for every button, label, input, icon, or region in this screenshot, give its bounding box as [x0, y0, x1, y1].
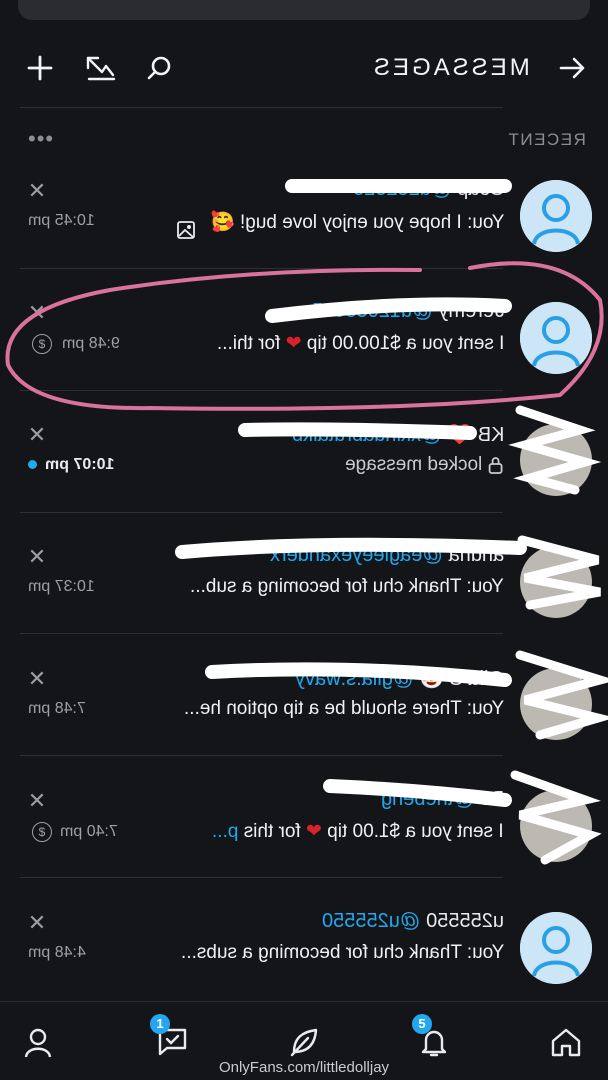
avatar[interactable] — [520, 790, 592, 862]
avatar[interactable] — [520, 912, 592, 984]
close-icon[interactable]: ✕ — [24, 300, 50, 326]
lock-icon — [483, 454, 504, 475]
message-time: 10:07 pm — [28, 456, 114, 474]
more-options-icon[interactable]: ••• — [28, 126, 54, 152]
conversation-row[interactable]: ✕ andria@eagleeyexanderx You: Thank chu … — [0, 536, 608, 656]
conversation-row[interactable]: ✕ Bo@thebeng I sent you a $1.00 tip ❤ fo… — [0, 780, 608, 900]
conversation-row[interactable]: ✕ KB ❤️@xkindabrutalkb locked message 10… — [0, 414, 608, 534]
message-preview: I sent you a $100.00 tip ❤ for thi... — [216, 333, 504, 354]
contact-name[interactable]: Bo@thebeng — [381, 788, 504, 811]
new-message-plus-icon[interactable] — [22, 50, 58, 86]
contact-name[interactable]: u255550@u255550 — [322, 910, 504, 933]
sort-icon[interactable] — [82, 50, 118, 86]
image-icon — [176, 220, 196, 245]
close-icon[interactable]: ✕ — [24, 178, 50, 204]
contact-name[interactable]: KB ❤️@xkindabrutalkb — [292, 422, 504, 447]
message-preview: You: I hope you enjoy love bug! 🥰 — [210, 212, 504, 233]
message-preview: You: Thank chu for becoming a sub... — [190, 576, 504, 597]
close-icon[interactable]: ✕ — [24, 422, 50, 448]
back-arrow-icon[interactable] — [554, 50, 590, 86]
watermark: OnlyFans.com/littledolljay — [218, 1059, 390, 1076]
divider — [20, 633, 503, 634]
divider — [20, 755, 503, 756]
conversation-row[interactable]: ✕ Gila S 🤡@gila.s.wavy You: There should… — [0, 658, 608, 778]
header: MESSAGES — [0, 30, 608, 100]
divider — [20, 390, 503, 391]
conversation-row[interactable]: ✕ Jeremy@u12035635 I sent you a $100.00 … — [0, 292, 608, 412]
heart-icon: ❤ — [306, 821, 323, 842]
avatar[interactable] — [520, 302, 592, 374]
message-time: $ 9:48 pm — [28, 334, 120, 354]
message-time: 10:45 pm — [28, 212, 95, 229]
recent-section-label: RECENT — [507, 130, 586, 149]
message-preview: I sent you a $1.00 tip ❤ for this p... — [212, 821, 504, 842]
avatar[interactable] — [520, 546, 592, 618]
conversation-row[interactable]: ✕ Soap@u232525 You: I hope you enjoy lov… — [0, 170, 608, 290]
close-icon[interactable]: ✕ — [24, 666, 50, 692]
contact-name[interactable]: Jeremy@u12035635 — [312, 300, 504, 323]
message-preview: locked message — [345, 454, 504, 476]
contact-name[interactable]: Gila S 🤡@gila.s.wavy — [295, 666, 504, 691]
page-title: MESSAGES — [371, 54, 530, 81]
divider — [20, 877, 503, 878]
avatar[interactable] — [520, 424, 592, 496]
dollar-icon: $ — [32, 822, 52, 842]
heart-icon: ❤ — [285, 333, 302, 354]
divider — [20, 268, 503, 269]
contact-name[interactable]: Soap@u232525 — [353, 178, 504, 201]
divider — [20, 107, 503, 108]
message-time: 10:37 pm — [28, 578, 95, 595]
message-time: 4:48 pm — [28, 944, 86, 961]
close-icon[interactable]: ✕ — [24, 910, 50, 936]
close-icon[interactable]: ✕ — [24, 544, 50, 570]
avatar[interactable] — [520, 668, 592, 740]
divider — [20, 512, 503, 513]
notifications-badge: 5 — [412, 1014, 432, 1034]
messages-badge: 1 — [150, 1014, 170, 1034]
close-icon[interactable]: ✕ — [24, 788, 50, 814]
contact-name[interactable]: andria@eagleeyexanderx — [270, 544, 504, 567]
message-preview: You: There should be a tip option he... — [183, 698, 504, 719]
message-time: 7:48 pm — [28, 700, 86, 717]
avatar[interactable] — [520, 180, 592, 252]
message-time: $ 7:40 pm — [28, 822, 118, 842]
message-preview: You: Thank chu for becoming a subs... — [180, 942, 504, 963]
top-bar — [18, 0, 590, 20]
unread-dot — [28, 460, 37, 470]
search-icon[interactable] — [142, 50, 178, 86]
bottom-navigation: 1 5 OnlyFans.com/littledolljay — [0, 1001, 608, 1080]
dollar-icon: $ — [32, 334, 52, 354]
